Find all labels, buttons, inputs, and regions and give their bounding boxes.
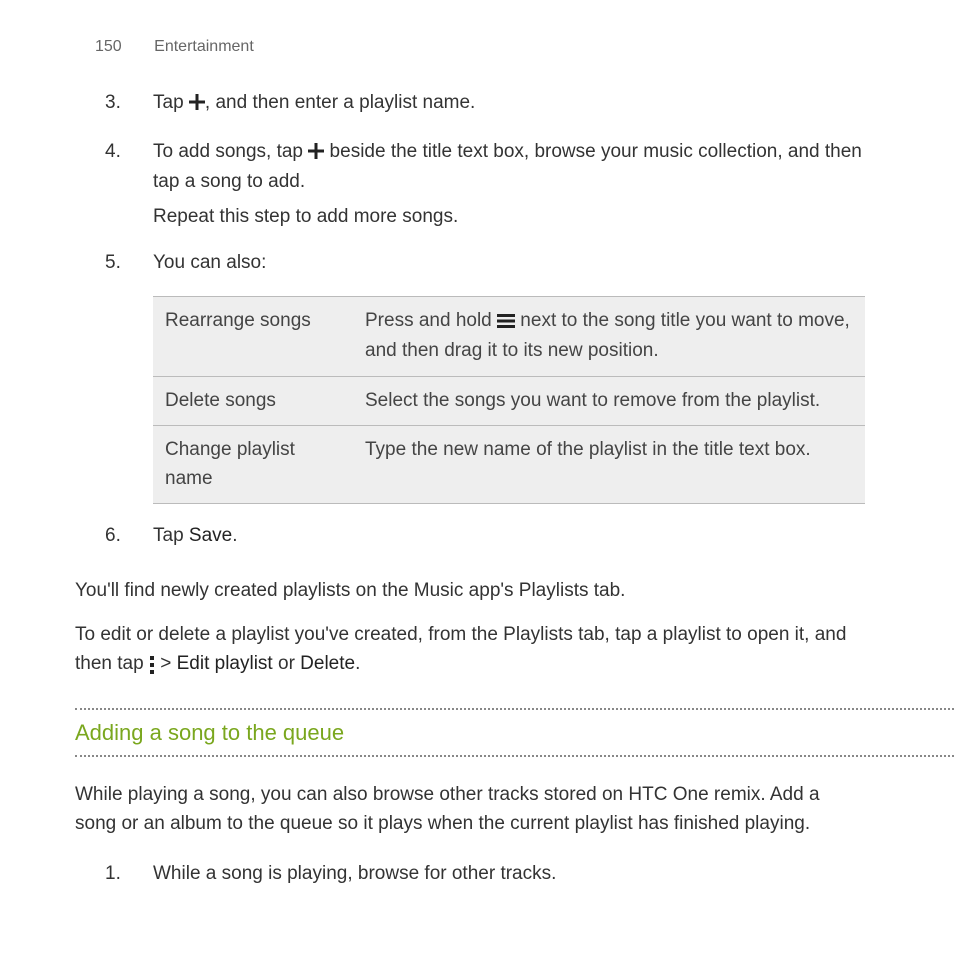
text: You can also: bbox=[153, 249, 864, 278]
page-number: 150 bbox=[95, 38, 122, 55]
save-label: Save bbox=[189, 525, 232, 546]
text: Tap bbox=[153, 92, 189, 113]
table-value: Press and hold next to the song title yo… bbox=[353, 296, 865, 376]
delete-label: Delete bbox=[300, 653, 355, 674]
paragraph: You'll find newly created playlists on t… bbox=[0, 569, 954, 614]
step-number: 1. bbox=[105, 860, 153, 895]
step-4: 4. To add songs, tap beside the title te… bbox=[0, 138, 954, 238]
step-6: 6. Tap Save. bbox=[0, 522, 954, 557]
page-header: 150 Entertainment bbox=[0, 35, 954, 59]
step-body: Tap , and then enter a playlist name. bbox=[153, 89, 864, 126]
table-value: Type the new name of the playlist in the… bbox=[353, 426, 865, 504]
table-value: Select the songs you want to remove from… bbox=[353, 376, 865, 426]
section-name: Entertainment bbox=[154, 38, 254, 55]
table-key: Delete songs bbox=[153, 376, 353, 426]
text: , and then enter a playlist name. bbox=[205, 92, 475, 113]
section-title: Adding a song to the queue bbox=[75, 708, 954, 757]
step-number: 4. bbox=[105, 138, 153, 238]
queue-step-1: 1. While a song is playing, browse for o… bbox=[0, 860, 954, 895]
text: > bbox=[155, 653, 177, 674]
step-body: To add songs, tap beside the title text … bbox=[153, 138, 864, 238]
plus-icon bbox=[189, 91, 205, 120]
table-row: Rearrange songs Press and hold next to t… bbox=[153, 296, 865, 376]
text: . bbox=[232, 525, 237, 546]
step-number: 5. bbox=[105, 249, 153, 284]
text: While a song is playing, browse for othe… bbox=[153, 860, 864, 889]
text: Tap bbox=[153, 525, 189, 546]
step-body: While a song is playing, browse for othe… bbox=[153, 860, 864, 895]
text: . bbox=[355, 653, 360, 674]
text: Press and hold bbox=[365, 310, 497, 331]
drag-handle-icon bbox=[497, 309, 515, 338]
step-body: Tap Save. bbox=[153, 522, 864, 557]
text: Repeat this step to add more songs. bbox=[153, 203, 864, 232]
table-row: Delete songs Select the songs you want t… bbox=[153, 376, 865, 426]
edit-playlist-label: Edit playlist bbox=[177, 653, 273, 674]
step-3: 3. Tap , and then enter a playlist name. bbox=[0, 89, 954, 126]
plus-icon bbox=[308, 140, 324, 169]
table-key: Change playlist name bbox=[153, 426, 353, 504]
table-row: Change playlist name Type the new name o… bbox=[153, 426, 865, 504]
paragraph: While playing a song, you can also brows… bbox=[0, 773, 954, 846]
table-key: Rearrange songs bbox=[153, 296, 353, 376]
step-body: You can also: bbox=[153, 249, 864, 284]
step-5: 5. You can also: bbox=[0, 249, 954, 284]
text: To add songs, tap bbox=[153, 141, 308, 162]
step-number: 6. bbox=[105, 522, 153, 557]
options-table: Rearrange songs Press and hold next to t… bbox=[153, 296, 865, 505]
text: or bbox=[273, 653, 300, 674]
step-number: 3. bbox=[105, 89, 153, 126]
paragraph: To edit or delete a playlist you've crea… bbox=[0, 613, 954, 688]
